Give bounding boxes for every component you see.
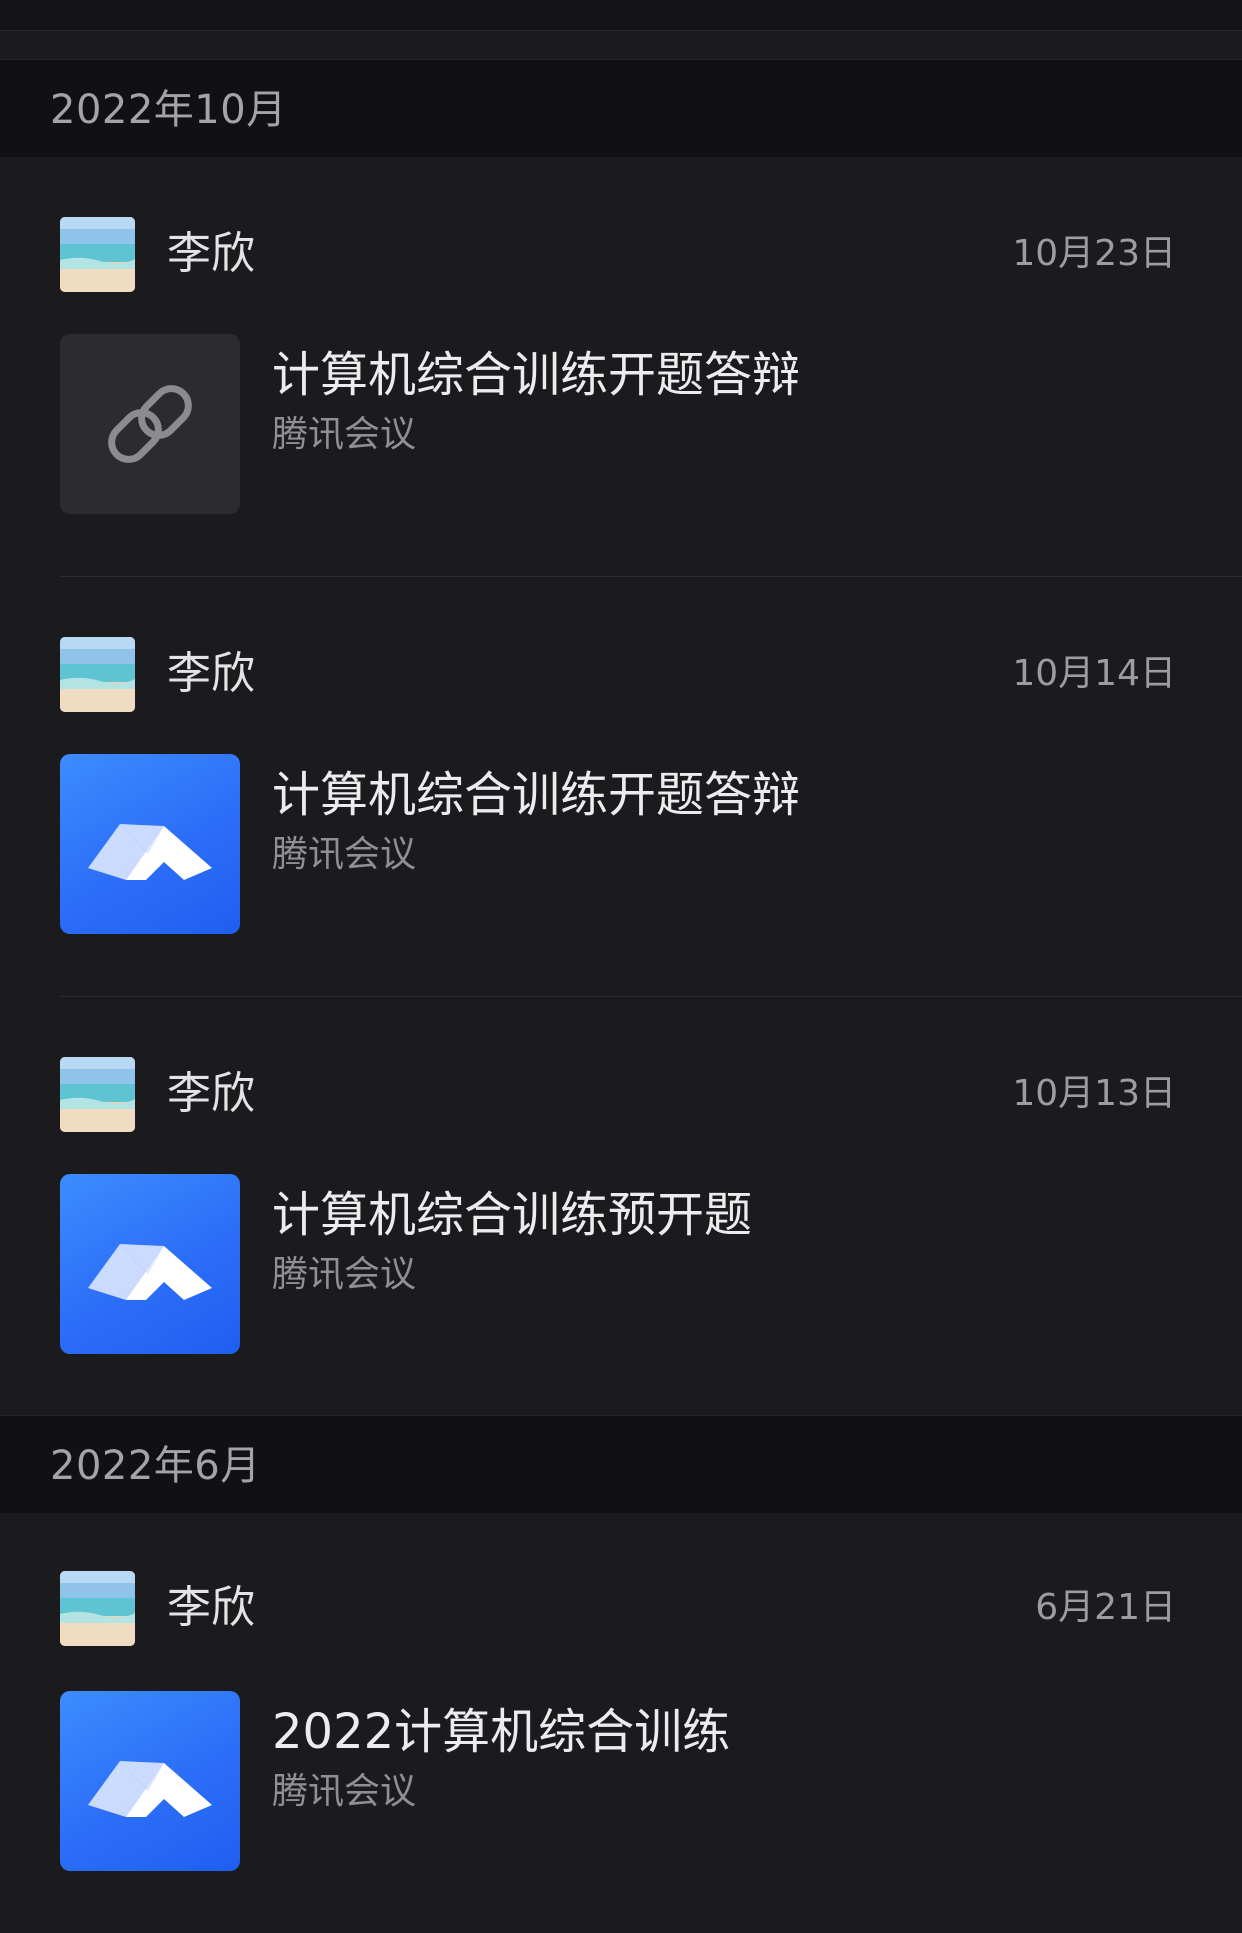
item-source: 腾讯会议 [272,1771,417,1812]
item-source: 腾讯会议 [272,1254,417,1295]
tencent-meeting-icon [88,824,212,880]
meeting-thumbnail[interactable] [60,1691,240,1871]
item-source: 腾讯会议 [272,834,417,875]
item-date: 10月23日 [1012,233,1176,274]
item-date: 6月21日 [1035,1587,1176,1628]
sender-name: 李欣 [167,228,255,279]
list-item[interactable]: 李欣 10月14日 计算机综合训练开题答辩 腾讯会议 [0,577,1242,997]
link-thumbnail[interactable] [60,334,240,514]
section-gap [0,31,1242,59]
avatar[interactable] [60,217,135,292]
meeting-thumbnail[interactable] [60,754,240,934]
item-date: 10月13日 [1012,1073,1176,1114]
sender-name: 李欣 [167,1582,255,1633]
beach-avatar-icon [60,1057,135,1132]
section-header-2022-10: 2022年10月 [0,59,1242,159]
beach-avatar-icon [60,217,135,292]
section-title: 2022年6月 [50,1443,261,1489]
beach-avatar-icon [60,637,135,712]
list-item[interactable]: 李欣 10月13日 计算机综合训练预开题 腾讯会议 [0,997,1242,1417]
list-item[interactable]: 李欣 10月23日 计算机综合训练开题答辩 腾讯会议 [0,157,1242,577]
item-title: 计算机综合训练开题答辩 [272,347,801,403]
item-title: 计算机综合训练预开题 [272,1187,753,1243]
sender-name: 李欣 [167,1068,255,1119]
tencent-meeting-icon [88,1761,212,1817]
item-date: 10月14日 [1012,653,1176,694]
meeting-thumbnail[interactable] [60,1174,240,1354]
item-title: 计算机综合训练开题答辩 [272,767,801,823]
section-header-2022-06: 2022年6月 [0,1415,1242,1515]
top-strip [0,0,1242,31]
beach-avatar-icon [60,1571,135,1646]
item-title: 2022计算机综合训练 [272,1704,731,1760]
tencent-meeting-icon [88,1244,212,1300]
link-icon [108,385,192,463]
item-source: 腾讯会议 [272,414,417,455]
avatar[interactable] [60,637,135,712]
section-title: 2022年10月 [50,87,287,133]
avatar[interactable] [60,1571,135,1646]
list-item[interactable]: 李欣 6月21日 2022计算机综合训练 腾讯会议 [0,1513,1242,1933]
avatar[interactable] [60,1057,135,1132]
sender-name: 李欣 [167,648,255,699]
